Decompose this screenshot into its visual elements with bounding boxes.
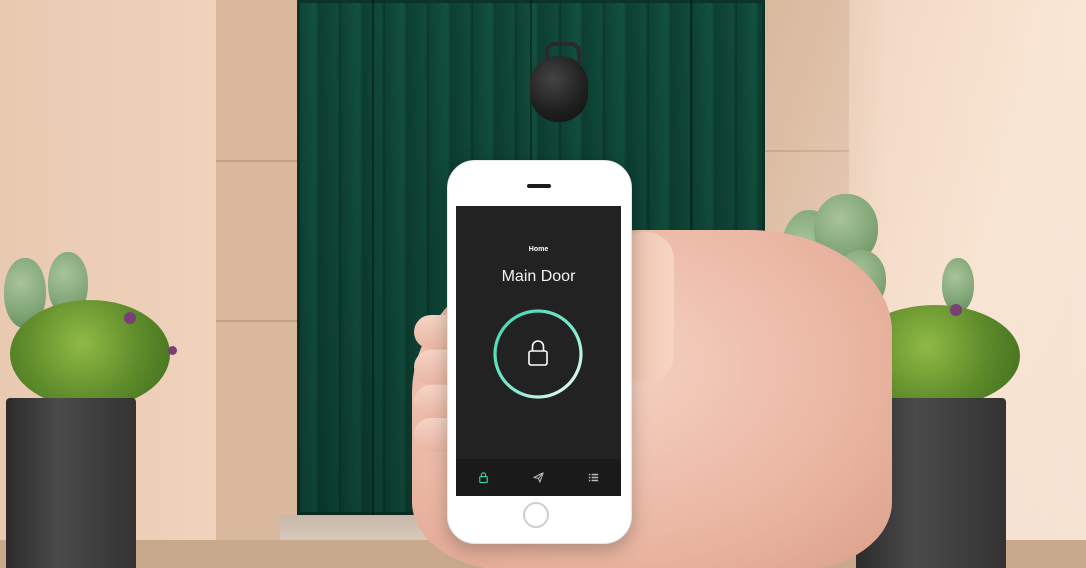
tab-share[interactable] [511, 459, 566, 496]
lock-title: Main Door [501, 268, 576, 285]
lock-icon [528, 340, 548, 366]
list-icon [588, 473, 599, 482]
lock-toggle-button[interactable] [493, 309, 583, 399]
location-label: Home [528, 246, 549, 253]
plant-pot-left [6, 398, 136, 568]
lock-icon [479, 472, 488, 484]
phone-speaker [527, 184, 551, 188]
stone-pillar-left [216, 0, 300, 568]
phone-home-button[interactable] [523, 502, 549, 528]
tab-lock[interactable] [456, 459, 511, 496]
tab-activity[interactable] [566, 459, 621, 496]
lock-status-ring [493, 309, 583, 399]
stone-joint [216, 160, 300, 162]
flower [950, 304, 962, 316]
door-plank-gap [372, 0, 374, 515]
stone-joint [216, 320, 300, 322]
bottom-tab-bar [456, 459, 621, 496]
flower [124, 312, 136, 324]
send-icon [533, 472, 544, 483]
plant-left [10, 300, 170, 408]
app-screen: Home Main Door [456, 206, 621, 496]
flower [168, 346, 177, 355]
smart-lock-device [530, 56, 588, 122]
